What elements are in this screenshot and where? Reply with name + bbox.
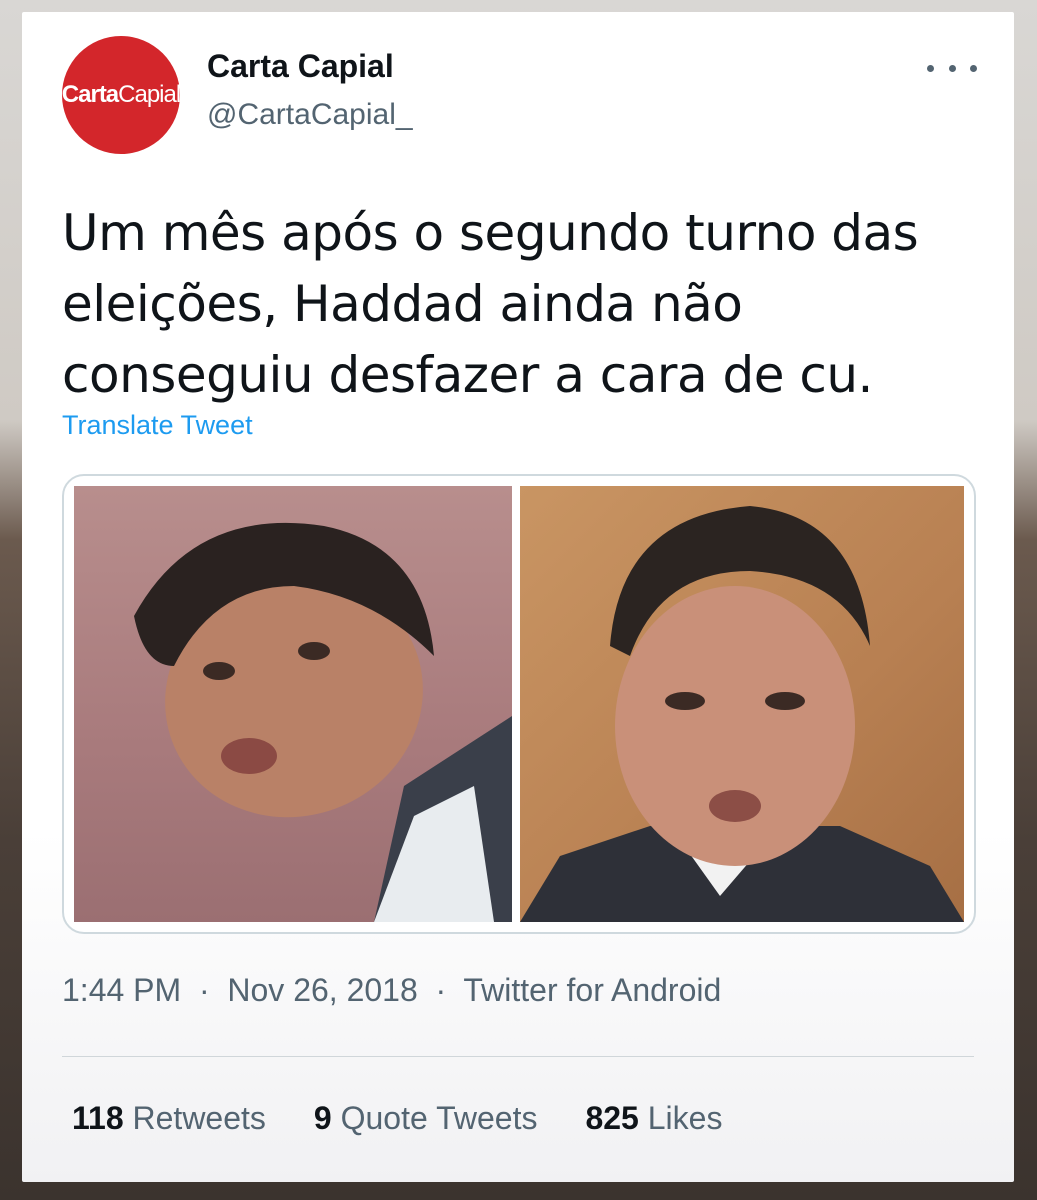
more-options-button[interactable]	[927, 50, 977, 86]
quote-tweets-count: 9	[313, 1100, 332, 1136]
tweet-stats: 118 Retweets 9 Quote Tweets 825 Likes	[72, 1100, 722, 1137]
likes-stat[interactable]: 825 Likes	[585, 1100, 722, 1137]
tweet-text: Um mês após o segundo turno das eleições…	[62, 204, 919, 404]
tweet-source[interactable]: Twitter for Android	[463, 972, 721, 1008]
quote-tweets-stat[interactable]: 9 Quote Tweets	[314, 1100, 538, 1137]
quote-tweets-label: Quote Tweets	[340, 1100, 538, 1136]
retweets-count: 118	[72, 1100, 124, 1136]
tweet-card: Carta Capial Carta Capial @CartaCapial_ U…	[22, 12, 1014, 1182]
tweet-media[interactable]	[62, 474, 976, 934]
retweets-label: Retweets	[132, 1100, 266, 1136]
display-name[interactable]: Carta Capial	[207, 48, 394, 85]
tweet-date[interactable]: Nov 26, 2018	[227, 972, 417, 1008]
more-dot-icon	[970, 64, 977, 72]
avatar-text-regular: Capial	[118, 81, 181, 108]
divider	[62, 1056, 974, 1057]
more-dot-icon	[927, 64, 934, 72]
avatar-text-bold: Carta	[61, 81, 119, 108]
retweets-stat[interactable]: 118 Retweets	[72, 1100, 266, 1137]
meta-separator: ·	[198, 972, 210, 1008]
user-handle[interactable]: @CartaCapial_	[207, 98, 413, 132]
meta-separator: ·	[435, 972, 447, 1008]
media-photo-left[interactable]	[74, 486, 512, 922]
tweet-meta: 1:44 PM · Nov 26, 2018 · Twitter for And…	[62, 972, 721, 1009]
likes-count: 825	[585, 1100, 639, 1136]
likes-label: Likes	[647, 1100, 723, 1136]
avatar[interactable]: Carta Capial	[61, 36, 181, 154]
translate-tweet-link[interactable]: Translate Tweet	[62, 410, 253, 441]
media-photo-right[interactable]	[520, 486, 964, 922]
more-dot-icon	[948, 64, 956, 72]
tweet-time[interactable]: 1:44 PM	[62, 972, 181, 1008]
